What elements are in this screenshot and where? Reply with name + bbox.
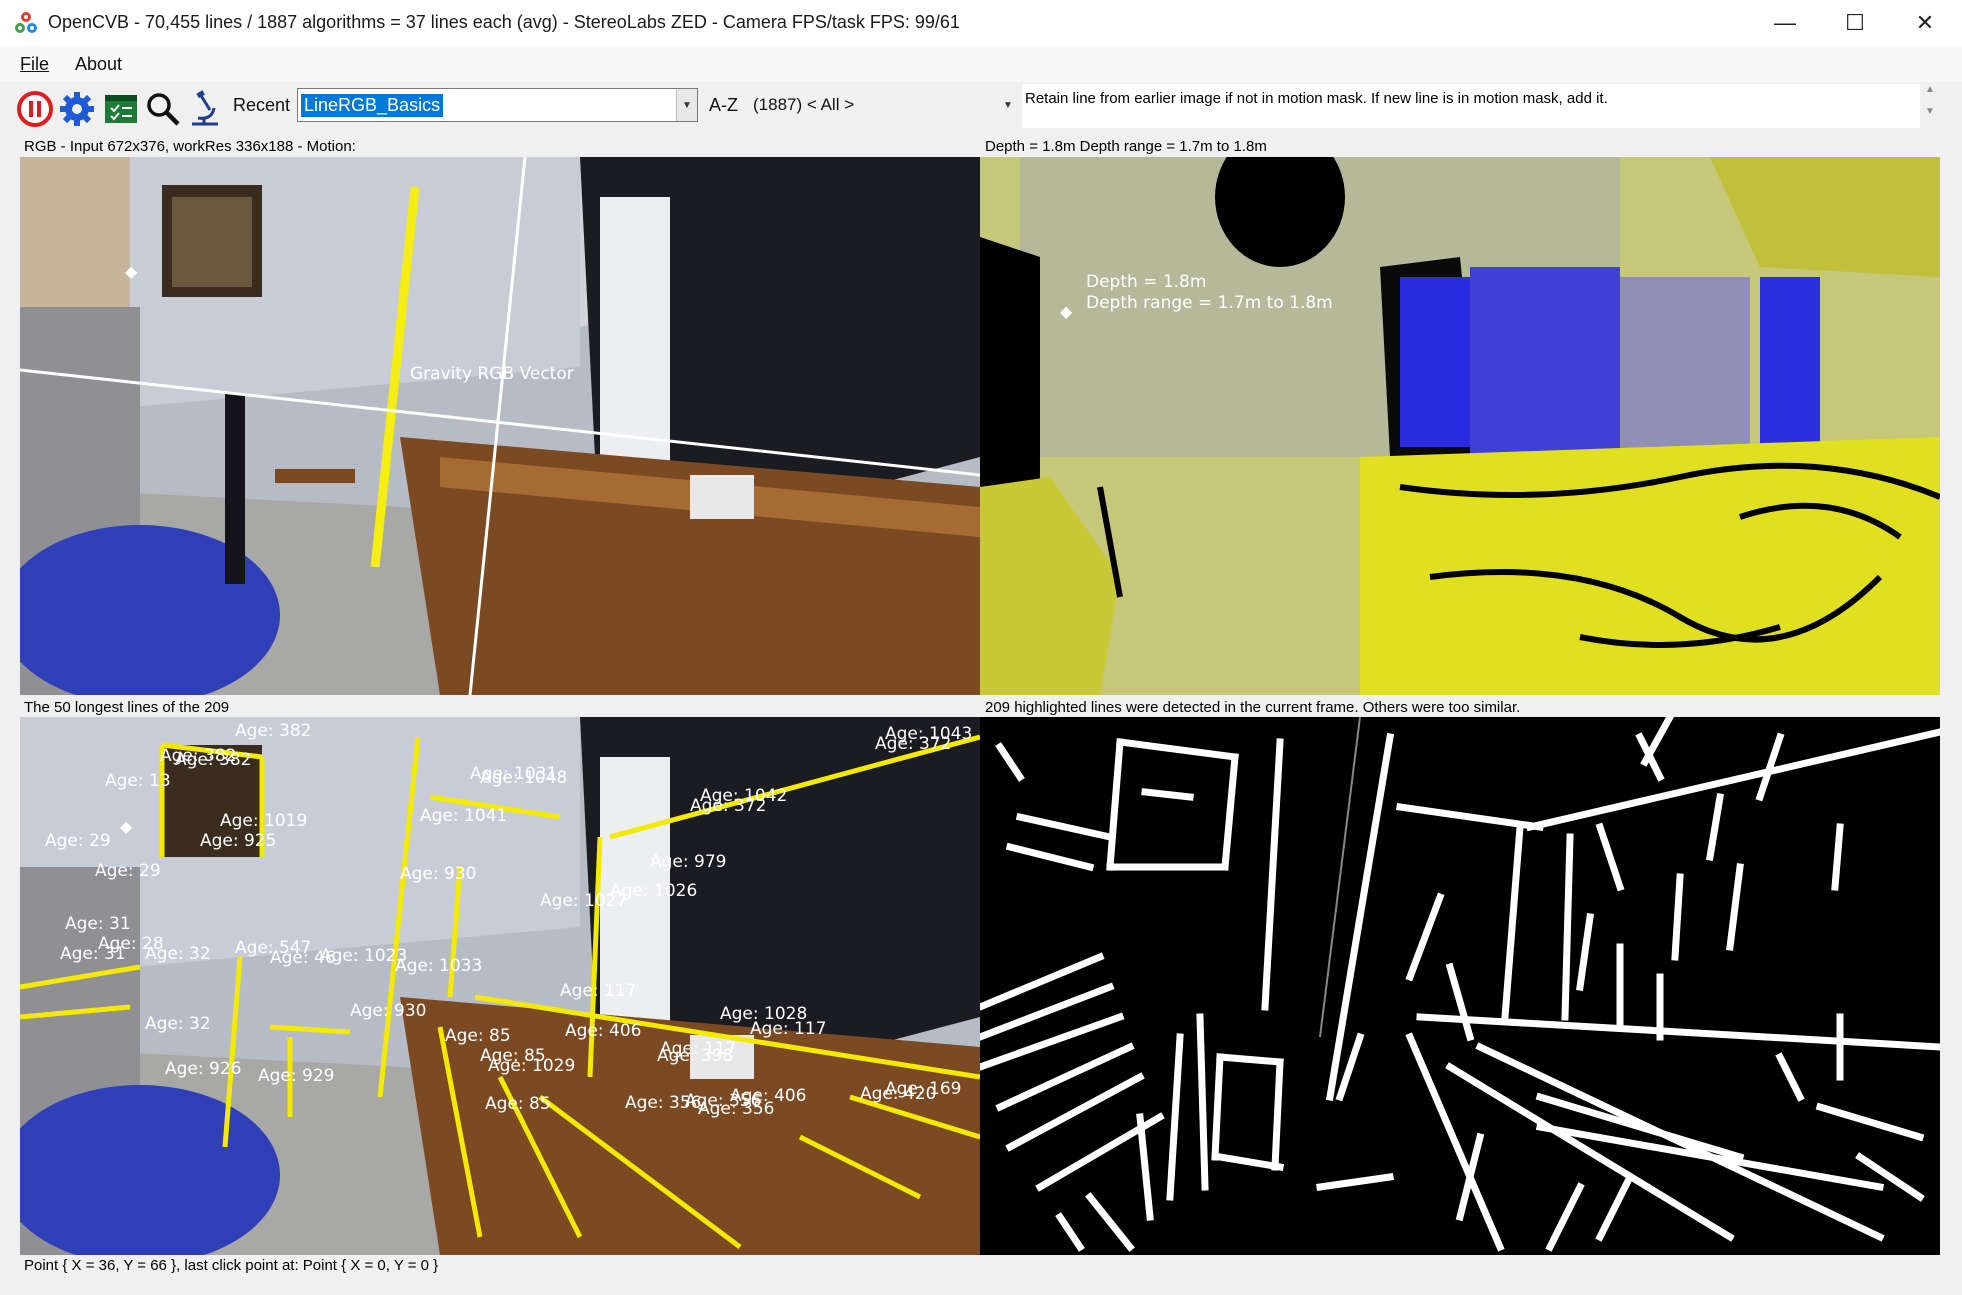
az-button[interactable]: A-Z — [709, 95, 738, 116]
age-label: Age: 85 — [485, 1094, 551, 1114]
rgb-image-pane[interactable]: ◆ Gravity RGB Vector — [20, 157, 980, 695]
depth-overlay-2: Depth range = 1.7m to 1.8m — [1086, 293, 1333, 313]
age-label: Age: 382 — [175, 750, 251, 770]
age-label: Age: 32 — [145, 944, 211, 964]
status-bar: Point { X = 36, Y = 66 }, last click poi… — [24, 1257, 439, 1274]
detected-lines-pane[interactable] — [980, 717, 1940, 1255]
svg-text:◆: ◆ — [120, 819, 133, 836]
age-label: Age: 1019 — [220, 811, 307, 831]
chevron-down-icon[interactable]: ▼ — [676, 89, 697, 121]
age-label: Age: 372 — [875, 734, 951, 754]
menu-about[interactable]: About — [75, 54, 122, 75]
top-right-caption: Depth = 1.8m Depth range = 1.7m to 1.8m — [985, 138, 1267, 155]
longest-lines-image: ◆ Age: 1043Age: 372Age: 1031Age: 1048Age… — [20, 717, 980, 1255]
age-label: Age: 979 — [650, 852, 726, 872]
age-label: Age: 85 — [445, 1026, 511, 1046]
age-label: Age: 1029 — [488, 1056, 575, 1076]
age-label: Age: 930 — [400, 864, 476, 884]
svg-text:◆: ◆ — [1060, 304, 1073, 321]
bottom-right-caption: 209 highlighted lines were detected in t… — [985, 699, 1521, 716]
age-label: Age: 926 — [165, 1059, 241, 1079]
age-label: Age: 930 — [350, 1001, 426, 1021]
age-label: Age: 925 — [200, 831, 276, 851]
age-label: Age: 398 — [657, 1046, 733, 1066]
age-label: Age: 1048 — [480, 768, 567, 788]
test-all-icon[interactable] — [102, 90, 140, 128]
age-label: Age: 1027 — [540, 891, 627, 911]
age-label: Age: 1041 — [420, 806, 507, 826]
age-label: Age: 1033 — [395, 956, 482, 976]
opencv-logo-icon — [15, 12, 37, 33]
age-label: Age: 32 — [145, 1014, 211, 1034]
algorithm-description: Retain line from earlier image if not in… — [1022, 84, 1940, 128]
algorithm-combo[interactable]: LineRGB_Basics ▼ — [297, 88, 698, 122]
close-button[interactable]: ✕ — [1890, 0, 1960, 46]
microscope-icon[interactable] — [186, 90, 224, 128]
title-bar: OpenCVB - 70,455 lines / 1887 algorithms… — [0, 0, 1962, 46]
bottom-left-caption: The 50 longest lines of the 209 — [24, 699, 230, 716]
window-title: OpenCVB - 70,455 lines / 1887 algorithms… — [48, 12, 960, 32]
detected-lines-image — [980, 717, 1940, 1255]
age-label: Age: 117 — [560, 981, 636, 1001]
age-label: Age: 13 — [105, 771, 171, 791]
description-text: Retain line from earlier image if not in… — [1025, 90, 1608, 107]
age-label: Age: 382 — [235, 721, 311, 741]
longest-lines-pane[interactable]: ◆ Age: 1043 Age: 372 Age: 1031 Age: 1048 Age… — [20, 717, 980, 1255]
age-label: Age: 117 — [750, 1019, 826, 1039]
depth-image-pane[interactable]: ◆ Depth = 1.8m Depth range = 1.7m to 1.8… — [980, 157, 1940, 695]
menu-file[interactable]: File — [20, 54, 49, 75]
gravity-vector-label: Gravity RGB Vector — [410, 364, 574, 384]
svg-text:◆: ◆ — [125, 264, 138, 281]
group-filter-dropdown-icon[interactable]: ▼ — [1003, 100, 1013, 111]
age-label: Age: 406 — [565, 1021, 641, 1041]
depth-image: ◆ Depth = 1.8m Depth range = 1.7m to 1.8… — [980, 157, 1940, 695]
maximize-button[interactable]: ☐ — [1820, 0, 1890, 46]
age-label: Age: 29 — [45, 831, 111, 851]
gear-icon[interactable] — [58, 90, 96, 128]
recent-label: Recent — [233, 95, 291, 115]
age-label: Age: 420 — [860, 1084, 936, 1104]
group-filter-select[interactable]: (1887) < All > — [753, 95, 854, 115]
age-label: Age: 372 — [690, 796, 766, 816]
top-left-caption: RGB - Input 672x376, workRes 336x188 - M… — [24, 138, 356, 155]
description-scrollbar[interactable]: ▲ ▼ — [1920, 84, 1940, 128]
age-label: Age: 29 — [95, 861, 161, 881]
pause-icon[interactable] — [16, 90, 54, 128]
age-label: Age: 31 — [60, 944, 126, 964]
menu-bar: File About — [0, 46, 1962, 82]
rgb-image: ◆ Gravity RGB Vector — [20, 157, 980, 695]
minimize-button[interactable]: — — [1750, 0, 1820, 46]
age-label: Age: 31 — [65, 914, 131, 934]
depth-overlay-1: Depth = 1.8m — [1086, 272, 1206, 292]
algorithm-combo-value[interactable]: LineRGB_Basics — [301, 94, 444, 117]
age-label: Age: 406 — [730, 1086, 806, 1106]
search-icon[interactable] — [144, 90, 182, 128]
age-label: Age: 929 — [258, 1066, 334, 1086]
